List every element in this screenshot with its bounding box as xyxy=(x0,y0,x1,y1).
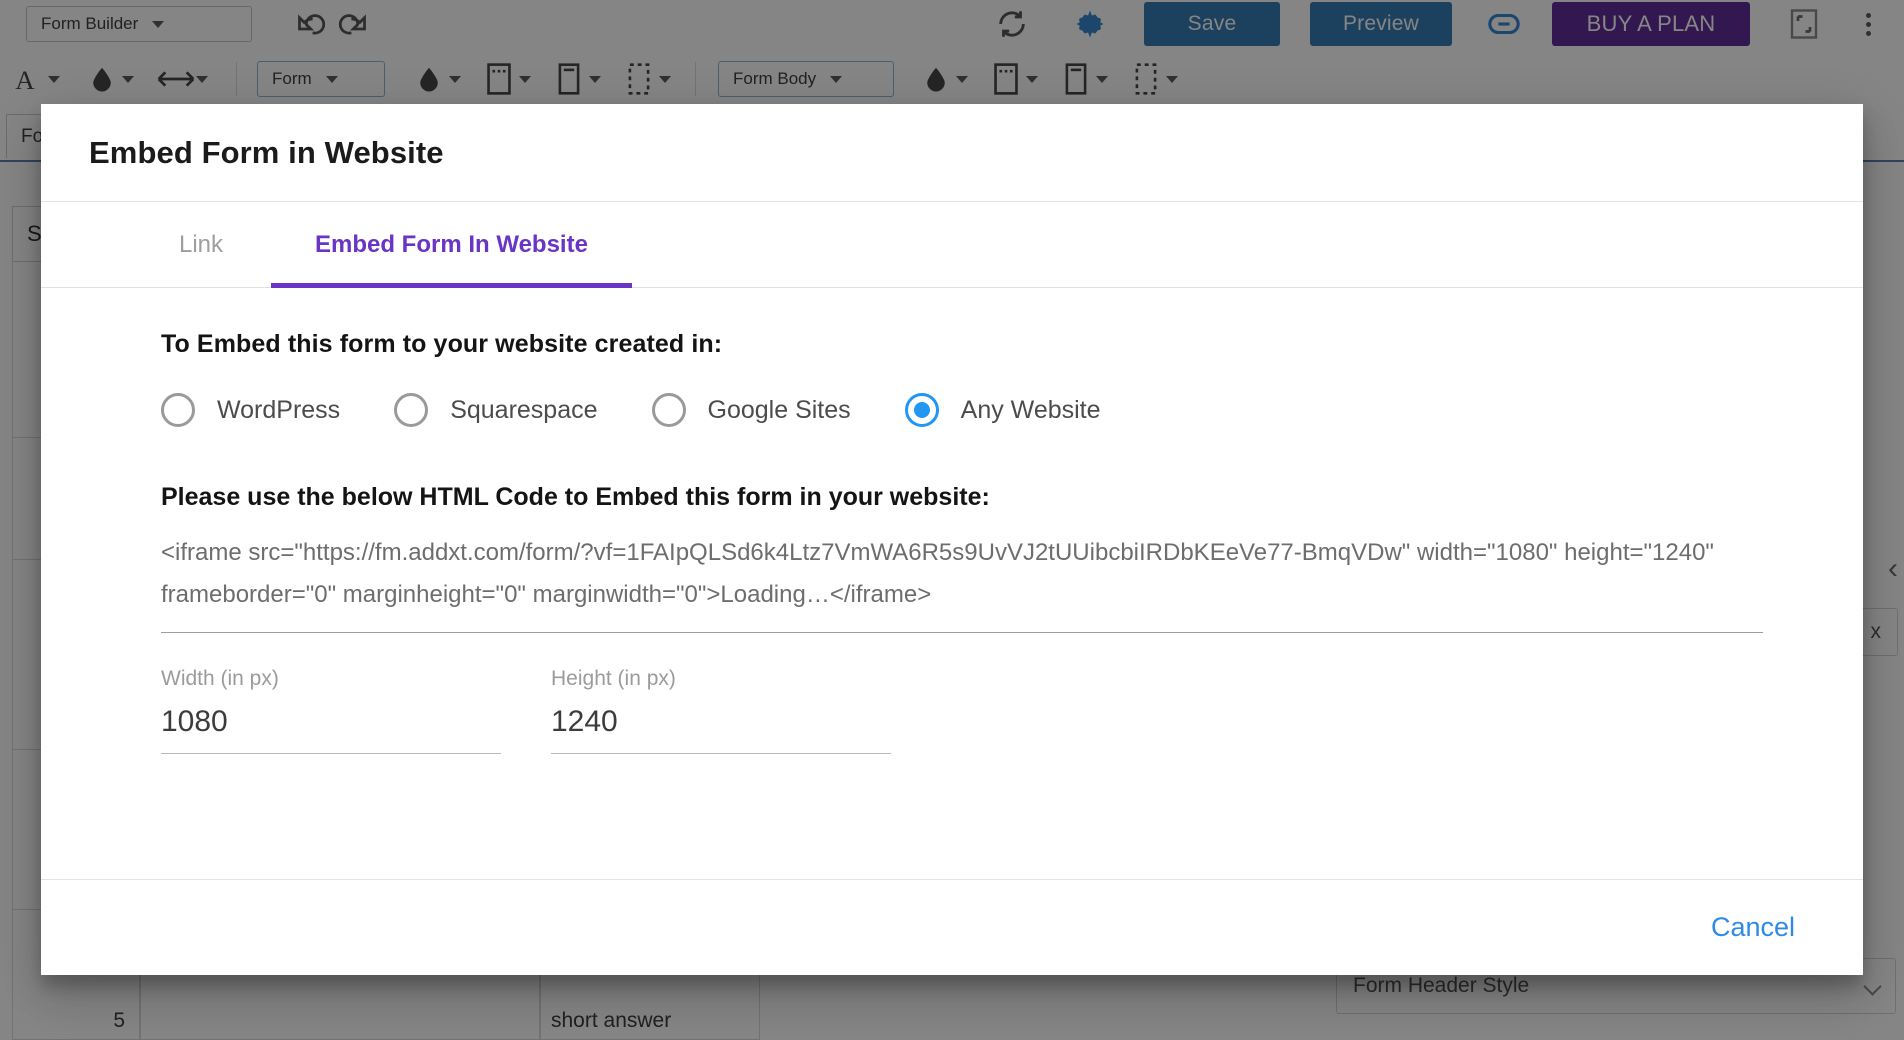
width-field-value[interactable]: 1080 xyxy=(161,705,501,754)
cancel-button[interactable]: Cancel xyxy=(1695,902,1811,953)
radio-wordpress[interactable]: WordPress xyxy=(161,393,340,427)
radio-circle-checked-icon xyxy=(905,393,939,427)
embed-code-text[interactable]: <iframe src="https://fm.addxt.com/form/?… xyxy=(161,532,1763,633)
radio-squarespace[interactable]: Squarespace xyxy=(394,393,597,427)
width-field-caption: Width (in px) xyxy=(161,667,501,691)
radio-circle-icon xyxy=(161,393,195,427)
dialog-title: Embed Form in Website xyxy=(89,135,444,171)
dialog-body: To Embed this form to your website creat… xyxy=(41,288,1863,879)
platform-radio-group: WordPress Squarespace Google Sites Any W… xyxy=(161,393,1803,427)
dimension-fields: Width (in px) 1080 Height (in px) 1240 xyxy=(161,667,1803,754)
radio-circle-icon xyxy=(394,393,428,427)
height-field-value[interactable]: 1240 xyxy=(551,705,891,754)
platform-prompt: To Embed this form to your website creat… xyxy=(161,330,1803,359)
height-field: Height (in px) 1240 xyxy=(551,667,891,754)
radio-circle-icon xyxy=(652,393,686,427)
code-prompt: Please use the below HTML Code to Embed … xyxy=(161,483,1803,512)
dialog-tabs: Link Embed Form In Website xyxy=(41,202,1863,288)
radio-squarespace-label: Squarespace xyxy=(450,396,597,425)
radio-any-website-label: Any Website xyxy=(961,396,1101,425)
radio-google-sites[interactable]: Google Sites xyxy=(652,393,851,427)
radio-wordpress-label: WordPress xyxy=(217,396,340,425)
dialog-header: Embed Form in Website xyxy=(41,104,1863,202)
radio-google-sites-label: Google Sites xyxy=(708,396,851,425)
embed-form-dialog: Embed Form in Website Link Embed Form In… xyxy=(41,104,1863,975)
dialog-footer: Cancel xyxy=(41,879,1863,975)
height-field-caption: Height (in px) xyxy=(551,667,891,691)
width-field: Width (in px) 1080 xyxy=(161,667,501,754)
tab-embed-form-in-website-label: Embed Form In Website xyxy=(315,231,588,259)
tab-link[interactable]: Link xyxy=(131,202,271,287)
tab-embed-form-in-website[interactable]: Embed Form In Website xyxy=(271,202,632,287)
radio-any-website[interactable]: Any Website xyxy=(905,393,1101,427)
tab-link-label: Link xyxy=(179,231,223,259)
